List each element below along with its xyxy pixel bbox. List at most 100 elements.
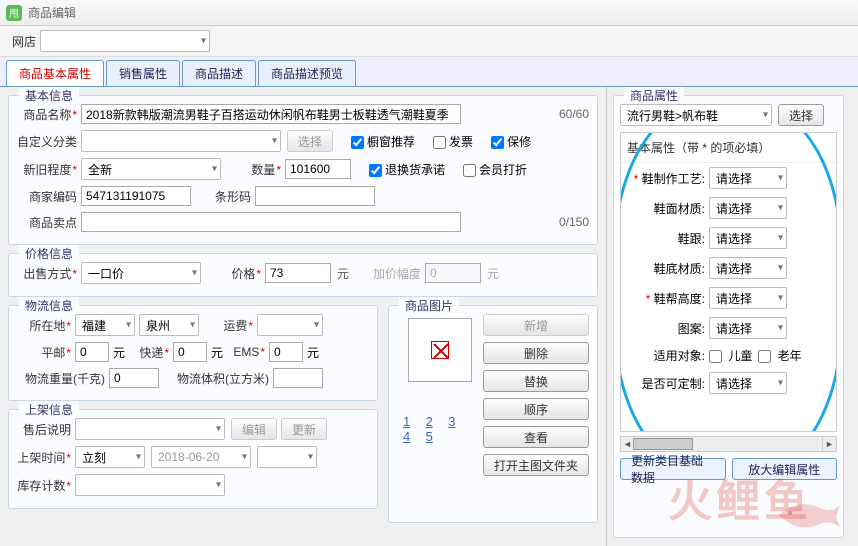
- barcode-label: 条形码: [201, 188, 251, 205]
- city-select[interactable]: 泉州▾: [139, 314, 199, 336]
- page-3[interactable]: 3: [448, 414, 455, 429]
- shop-select[interactable]: ▾: [40, 30, 210, 52]
- shelf-time-label: 上架时间*: [17, 449, 71, 466]
- attr-row: 适用对象: 儿童 老年: [621, 343, 836, 368]
- sellpoint-counter: 0/150: [559, 215, 589, 229]
- sale-method-select[interactable]: 一口价▾: [81, 262, 201, 284]
- attr-check[interactable]: 老年: [758, 349, 801, 363]
- weight-input[interactable]: [109, 368, 159, 388]
- attr-select[interactable]: 请选择▾: [709, 167, 787, 189]
- shelf-time-select[interactable]: ▾: [257, 446, 317, 468]
- edit-button[interactable]: 编辑: [231, 418, 277, 440]
- attr-row: 鞋面材质:请选择▾: [621, 193, 836, 223]
- scroll-thumb[interactable]: [633, 438, 693, 450]
- update-button[interactable]: 更新: [281, 418, 327, 440]
- cond-label: 新旧程度*: [17, 161, 77, 178]
- attr-panel-title: 商品属性: [624, 87, 684, 104]
- cond-select[interactable]: 全新▾: [81, 158, 221, 180]
- img-del-button[interactable]: 删除: [483, 342, 589, 364]
- attr-hscroll[interactable]: ◄ ►: [620, 436, 837, 452]
- ship-panel-title: 物流信息: [19, 297, 79, 314]
- attr-label: 鞋面材质:: [621, 193, 707, 223]
- chevron-down-icon: ▾: [201, 36, 206, 47]
- freight-select[interactable]: ▾: [257, 314, 323, 336]
- price-label: 价格*: [221, 265, 261, 282]
- weight-label: 物流重量(千克): [17, 370, 105, 387]
- price-input[interactable]: [265, 263, 331, 283]
- scroll-right-icon[interactable]: ►: [822, 437, 836, 451]
- price-panel-title: 价格信息: [19, 245, 79, 262]
- mdiscount-check[interactable]: 会员打折: [463, 161, 527, 178]
- post-input[interactable]: [75, 342, 109, 362]
- page-1[interactable]: 1: [403, 414, 410, 429]
- attr-check[interactable]: 儿童: [709, 349, 752, 363]
- image-pager: 1 2 3 4 5: [397, 414, 483, 444]
- shelf-mode-select[interactable]: 立刻▾: [75, 446, 145, 468]
- ems-label: EMS*: [231, 345, 265, 359]
- sellpoint-input[interactable]: [81, 212, 461, 232]
- ship-panel: 物流信息 所在地* 福建▾ 泉州▾ 运费* ▾ 平邮* 元 快递*: [8, 305, 378, 401]
- img-order-button[interactable]: 顺序: [483, 398, 589, 420]
- recommend-check[interactable]: 橱窗推荐: [351, 133, 415, 150]
- name-input[interactable]: [81, 104, 461, 124]
- volume-input[interactable]: [273, 368, 323, 388]
- attr-select[interactable]: 请选择▾: [709, 287, 787, 309]
- image-preview[interactable]: [408, 318, 472, 382]
- sellpoint-label: 商品卖点: [17, 214, 77, 231]
- tab-desc[interactable]: 商品描述: [182, 60, 256, 86]
- ems-input[interactable]: [269, 342, 303, 362]
- select-cat-button[interactable]: 选择: [287, 130, 333, 152]
- basic-panel: 基本信息 商品名称* 60/60 自定义分类 ▾ 选择 橱窗推荐 发票 保修 新…: [8, 95, 598, 245]
- warranty-check[interactable]: 保修: [491, 133, 531, 150]
- attr-select[interactable]: 请选择▾: [709, 317, 787, 339]
- img-view-button[interactable]: 查看: [483, 426, 589, 448]
- cat-path-select[interactable]: 流行男鞋>帆布鞋▾: [620, 104, 772, 126]
- zoom-attr-button[interactable]: 放大编辑属性: [732, 458, 838, 480]
- img-new-button[interactable]: 新增: [483, 314, 589, 336]
- sale-method-label: 出售方式*: [17, 265, 77, 282]
- barcode-input[interactable]: [255, 186, 375, 206]
- tab-basic[interactable]: 商品基本属性: [6, 60, 104, 86]
- attr-row: * 鞋制作工艺:请选择▾: [621, 163, 836, 193]
- page-4[interactable]: 4: [403, 429, 410, 444]
- merch-code-input[interactable]: [81, 186, 191, 206]
- stock-count-label: 库存计数*: [17, 477, 71, 494]
- attr-label: 适用对象:: [621, 343, 707, 368]
- attr-select[interactable]: 请选择▾: [709, 257, 787, 279]
- page-2[interactable]: 2: [426, 414, 433, 429]
- express-label: 快递*: [133, 344, 169, 361]
- invoice-check[interactable]: 发票: [433, 133, 473, 150]
- attr-label: 是否可定制:: [621, 368, 707, 398]
- update-base-button[interactable]: 更新类目基础数据: [620, 458, 726, 480]
- aftersale-label: 售后说明: [17, 421, 71, 438]
- attr-row: 是否可定制:请选择▾: [621, 368, 836, 398]
- qty-input[interactable]: [285, 159, 351, 179]
- attr-select[interactable]: 请选择▾: [709, 197, 787, 219]
- open-folder-button[interactable]: 打开主图文件夹: [483, 454, 589, 476]
- province-select[interactable]: 福建▾: [75, 314, 135, 336]
- image-panel-title: 商品图片: [399, 297, 459, 314]
- attr-select[interactable]: 请选择▾: [709, 372, 787, 394]
- price-panel: 价格信息 出售方式* 一口价▾ 价格* 元 加价幅度 元: [8, 253, 598, 297]
- tab-sale[interactable]: 销售属性: [106, 60, 180, 86]
- shelf-date-select[interactable]: 2018-06-20▾: [151, 446, 251, 468]
- select-attr-button[interactable]: 选择: [778, 104, 824, 126]
- tabs: 商品基本属性 销售属性 商品描述 商品描述预览: [0, 57, 858, 87]
- aftersale-select[interactable]: ▾: [75, 418, 225, 440]
- tab-preview[interactable]: 商品描述预览: [258, 60, 356, 86]
- broken-image-icon: [431, 341, 449, 359]
- shop-label: 网店: [6, 33, 36, 50]
- shelf-panel-title: 上架信息: [19, 401, 79, 418]
- attr-list[interactable]: 基本属性（带 * 的项必填） * 鞋制作工艺:请选择▾鞋面材质:请选择▾鞋跟:请…: [620, 132, 837, 432]
- attr-label: 图案:: [621, 313, 707, 343]
- attr-select[interactable]: 请选择▾: [709, 227, 787, 249]
- stock-count-select[interactable]: ▾: [75, 474, 225, 496]
- custom-cat-select[interactable]: ▾: [81, 130, 281, 152]
- attr-row: 鞋底材质:请选择▾: [621, 253, 836, 283]
- express-input[interactable]: [173, 342, 207, 362]
- return-check[interactable]: 退换货承诺: [369, 161, 445, 178]
- img-swap-button[interactable]: 替换: [483, 370, 589, 392]
- page-5[interactable]: 5: [426, 429, 433, 444]
- attr-label: 鞋底材质:: [621, 253, 707, 283]
- loc-label: 所在地*: [17, 317, 71, 334]
